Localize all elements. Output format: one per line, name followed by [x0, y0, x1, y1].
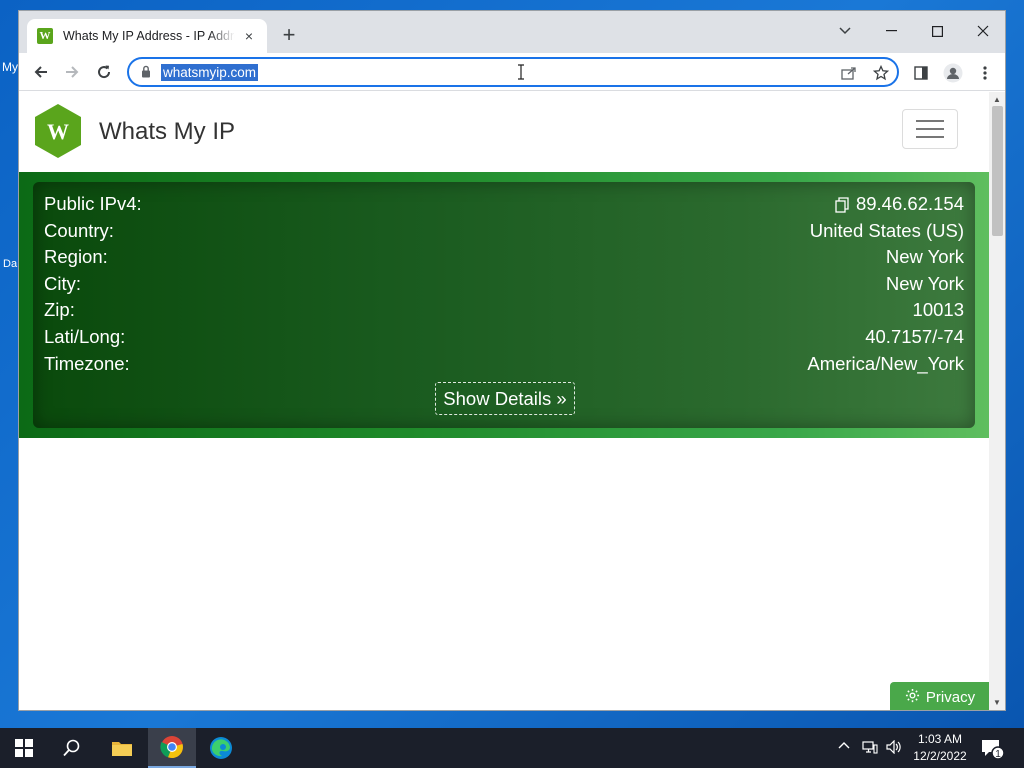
menu-kebab-icon[interactable] — [974, 62, 996, 84]
logo-letter: W — [47, 119, 69, 144]
forward-button[interactable] — [60, 61, 84, 83]
info-label: Country: — [44, 220, 114, 241]
desktop-icon-label[interactable]: My — [2, 60, 18, 74]
site-header: W Whats My IP — [19, 92, 989, 172]
info-value: New York — [885, 246, 964, 267]
notification-center-icon[interactable]: 1 — [980, 736, 1005, 760]
tab-close-icon[interactable]: × — [241, 28, 257, 44]
info-value: 10013 — [912, 299, 964, 320]
hamburger-menu-button[interactable] — [902, 109, 958, 149]
profile-avatar[interactable] — [942, 62, 964, 84]
privacy-label: Privacy — [925, 688, 976, 706]
info-value: America/New_York — [807, 353, 964, 374]
gear-icon — [905, 688, 920, 707]
info-label: Timezone: — [44, 353, 130, 374]
tab-search-icon[interactable] — [823, 17, 867, 45]
site-logo[interactable]: W — [33, 103, 83, 159]
tray-chevron-icon[interactable] — [838, 740, 850, 755]
volume-icon[interactable] — [886, 739, 902, 757]
url-text[interactable]: whatsmyip.com — [161, 64, 259, 81]
address-bar[interactable]: whatsmyip.com — [127, 57, 899, 87]
ip-address-value[interactable]: 89.46.62.154 — [856, 193, 964, 215]
show-details-button[interactable]: Show Details » — [435, 382, 575, 415]
desktop-icon-label[interactable]: Da — [3, 258, 17, 270]
system-clock[interactable]: 1:03 AM 12/2/2022 — [910, 731, 970, 765]
privacy-button[interactable]: Privacy — [890, 682, 989, 710]
info-value: 89.46.62.154 — [835, 193, 964, 215]
info-value: 40.7157/-74 — [865, 326, 964, 347]
scroll-up-icon[interactable]: ▲ — [993, 95, 1001, 104]
start-button[interactable] — [0, 728, 48, 768]
side-panel-icon[interactable] — [910, 62, 932, 84]
info-label: City: — [44, 273, 81, 294]
browser-tab[interactable]: W Whats My IP Address - IP Address × — [27, 19, 267, 53]
tab-title: Whats My IP Address - IP Address — [63, 29, 235, 43]
copy-icon[interactable] — [835, 196, 850, 213]
info-row-country: Country: United States (US) — [44, 220, 964, 246]
minimize-button[interactable] — [869, 17, 913, 45]
clock-time: 1:03 AM — [917, 732, 963, 746]
notification-count: 1 — [995, 749, 1001, 760]
info-label: Public IPv4: — [44, 193, 142, 214]
bookmark-star-icon[interactable] — [871, 64, 891, 82]
info-row-region: Region: New York — [44, 246, 964, 272]
info-row-latlong: Lati/Long: 40.7157/-74 — [44, 326, 964, 352]
tab-strip: W Whats My IP Address - IP Address × + — [19, 11, 1005, 53]
info-row-timezone: Timezone: America/New_York — [44, 353, 964, 379]
site-title[interactable]: Whats My IP — [99, 118, 235, 146]
reload-button[interactable] — [92, 61, 116, 83]
network-icon[interactable] — [862, 740, 878, 757]
ip-banner: Public IPv4: 89.46.62.154 Country: Unite… — [19, 172, 989, 438]
scroll-down-icon[interactable]: ▼ — [993, 698, 1001, 707]
edge-taskbar-icon[interactable] — [197, 728, 245, 768]
page-scrollbar[interactable]: ▲ ▼ — [989, 92, 1005, 710]
browser-toolbar: whatsmyip.com — [19, 53, 1005, 91]
site-favicon: W — [37, 28, 53, 44]
info-label: Zip: — [44, 299, 75, 320]
ip-info-card: Public IPv4: 89.46.62.154 Country: Unite… — [33, 182, 975, 428]
page-viewport: W Whats My IP Public IPv4: 89.46.62.154 — [19, 92, 989, 710]
close-window-button[interactable] — [961, 17, 1005, 45]
browser-window: W Whats My IP Address - IP Address × + w… — [18, 10, 1006, 711]
lock-icon[interactable] — [141, 65, 151, 83]
share-icon[interactable] — [839, 64, 859, 82]
new-tab-button[interactable]: + — [277, 24, 301, 48]
clock-date: 12/2/2022 — [913, 749, 967, 763]
taskbar: 1:03 AM 12/2/2022 1 — [0, 728, 1024, 768]
scroll-thumb[interactable] — [992, 106, 1003, 236]
info-label: Region: — [44, 246, 108, 267]
search-icon[interactable] — [48, 728, 96, 768]
maximize-button[interactable] — [915, 17, 959, 45]
info-value: New York — [885, 273, 964, 294]
file-explorer-icon[interactable] — [98, 728, 146, 768]
chrome-taskbar-icon[interactable] — [148, 728, 196, 768]
info-value: United States (US) — [809, 220, 964, 241]
text-cursor-icon — [517, 64, 525, 80]
info-row-ipv4: Public IPv4: 89.46.62.154 — [44, 193, 964, 219]
back-button[interactable] — [29, 61, 53, 83]
info-row-zip: Zip: 10013 — [44, 299, 964, 325]
info-label: Lati/Long: — [44, 326, 126, 347]
info-row-city: City: New York — [44, 273, 964, 299]
